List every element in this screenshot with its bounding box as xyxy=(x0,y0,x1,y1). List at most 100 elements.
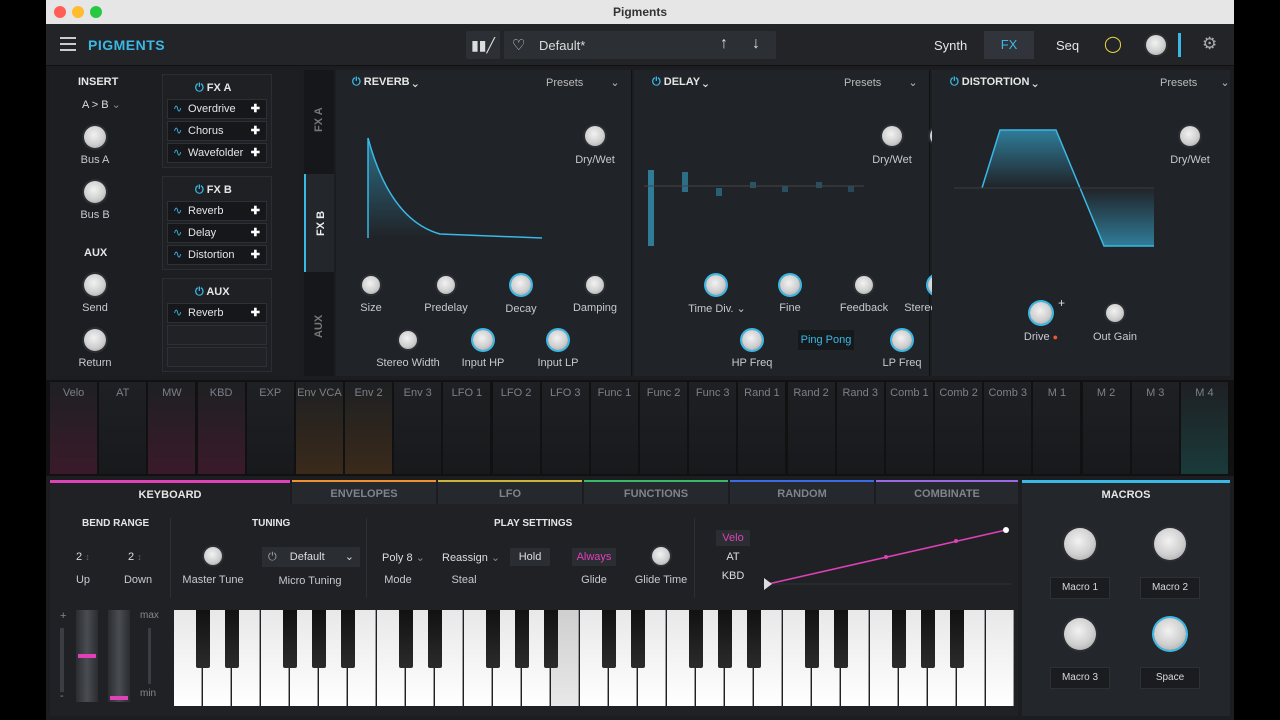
master-tune-knob[interactable] xyxy=(204,547,222,565)
black-key[interactable] xyxy=(283,610,297,668)
pitch-wheel[interactable] xyxy=(76,610,98,702)
black-key[interactable] xyxy=(718,610,732,668)
time-div-label[interactable]: Time Div. ⌄ xyxy=(682,302,752,315)
black-key[interactable] xyxy=(196,610,210,668)
bend-up-stepper[interactable]: 2 ↕ xyxy=(76,551,90,563)
mod-source-17[interactable]: Comb 1 xyxy=(885,382,934,474)
black-key[interactable] xyxy=(631,610,645,668)
fxb-slot-3[interactable]: ∿ Distortion ✚ xyxy=(167,245,267,265)
mod-source-23[interactable]: M 4 xyxy=(1180,382,1229,474)
hp-freq-knob[interactable] xyxy=(742,330,762,350)
space-macro-knob[interactable] xyxy=(1154,618,1186,650)
distortion-title[interactable]: ⏻ DISTORTION ⌄ xyxy=(950,76,1038,89)
mod-source-19[interactable]: Comb 3 xyxy=(984,382,1033,474)
black-key[interactable] xyxy=(399,610,413,668)
black-key[interactable] xyxy=(834,610,848,668)
hold-button[interactable]: Hold xyxy=(510,548,550,566)
macro-3-label[interactable]: Macro 3 xyxy=(1050,667,1110,689)
next-preset-icon[interactable]: ↓ xyxy=(752,35,760,53)
decay-knob[interactable] xyxy=(511,275,531,295)
add-icon[interactable]: ✚ xyxy=(251,122,260,140)
black-key[interactable] xyxy=(689,610,703,668)
tab-envelopes[interactable]: ENVELOPES xyxy=(292,480,436,504)
lightbulb-icon[interactable]: ◯ xyxy=(1104,34,1122,54)
tab-combinate[interactable]: COMBINATE xyxy=(876,480,1018,504)
mod-source-13[interactable]: Func 3 xyxy=(689,382,738,474)
bus-b-knob[interactable] xyxy=(84,181,106,203)
tab-lfo[interactable]: LFO xyxy=(438,480,582,504)
black-key[interactable] xyxy=(602,610,616,668)
mod-source-0[interactable]: Velo xyxy=(50,382,99,474)
aux-slot-1[interactable]: ∿ Reverb ✚ xyxy=(167,303,267,323)
mod-source-10[interactable]: LFO 3 xyxy=(541,382,590,474)
curve-source-kbd[interactable]: KBD xyxy=(716,568,750,584)
fxa-slot-2[interactable]: ∿ Chorus ✚ xyxy=(167,121,267,141)
black-key[interactable] xyxy=(921,610,935,668)
black-key[interactable] xyxy=(892,610,906,668)
delay-title[interactable]: ⏻ DELAY ⌄ xyxy=(652,76,708,89)
master-volume-knob[interactable] xyxy=(1146,35,1166,55)
routing-select[interactable]: A > B ⌄ xyxy=(82,98,121,111)
library-icon[interactable]: ▮▮╱ xyxy=(466,31,500,59)
damping-knob[interactable] xyxy=(586,276,604,294)
add-modulation-icon[interactable]: + xyxy=(1058,296,1065,310)
black-key[interactable] xyxy=(805,610,819,668)
zoom-window-icon[interactable] xyxy=(90,6,102,18)
reverb-presets[interactable]: Presets ⌄ xyxy=(546,76,620,89)
nav-seq[interactable]: Seq xyxy=(1056,38,1079,53)
mod-source-12[interactable]: Func 2 xyxy=(640,382,689,474)
reverb-drywet-knob[interactable] xyxy=(585,126,605,146)
drive-knob[interactable] xyxy=(1030,302,1052,324)
aux-slot-empty-2[interactable] xyxy=(167,347,267,367)
out-gain-knob[interactable] xyxy=(1106,304,1124,322)
black-key[interactable] xyxy=(515,610,529,668)
reverb-stereo-width-knob[interactable] xyxy=(399,331,417,349)
reassign-select[interactable]: Reassign ⌄ xyxy=(442,551,500,564)
time-div-knob[interactable] xyxy=(706,275,726,295)
mod-source-8[interactable]: LFO 1 xyxy=(443,382,492,474)
mod-source-18[interactable]: Comb 2 xyxy=(935,382,984,474)
macro-2-label[interactable]: Macro 2 xyxy=(1140,577,1200,599)
black-key[interactable] xyxy=(341,610,355,668)
predelay-knob[interactable] xyxy=(437,276,455,294)
tab-keyboard[interactable]: KEYBOARD xyxy=(50,480,290,504)
feedback-knob[interactable] xyxy=(855,276,873,294)
tuning-preset-select[interactable]: ⏻ Default ⌄ xyxy=(262,547,360,567)
size-knob[interactable] xyxy=(362,276,380,294)
tab-functions[interactable]: FUNCTIONS xyxy=(584,480,728,504)
delay-presets[interactable]: Presets ⌄ xyxy=(844,76,918,89)
add-icon[interactable]: ✚ xyxy=(251,246,260,264)
lp-freq-knob[interactable] xyxy=(892,330,912,350)
fxa-slot-1[interactable]: ∿ Overdrive ✚ xyxy=(167,99,267,119)
fxa-slot-3[interactable]: ∿ Wavefolder ✚ xyxy=(167,143,267,163)
mod-source-3[interactable]: KBD xyxy=(197,382,246,474)
input-lp-knob[interactable] xyxy=(548,330,568,350)
hamburger-menu-icon[interactable] xyxy=(60,37,76,51)
glide-mode-button[interactable]: Always xyxy=(572,548,616,566)
distortion-presets[interactable]: Presets ⌄ xyxy=(1160,76,1230,89)
add-icon[interactable]: ✚ xyxy=(251,144,260,162)
add-icon[interactable]: ✚ xyxy=(251,224,260,242)
vtab-fxa[interactable]: FX A xyxy=(304,70,334,170)
mod-source-15[interactable]: Rand 2 xyxy=(787,382,836,474)
aux-slot-empty-1[interactable] xyxy=(167,325,267,345)
black-key[interactable] xyxy=(747,610,761,668)
space-macro-label[interactable]: Space xyxy=(1140,667,1200,689)
mod-wheel[interactable] xyxy=(108,610,130,702)
bus-a-knob[interactable] xyxy=(84,126,106,148)
black-key[interactable] xyxy=(312,610,326,668)
poly-select[interactable]: Poly 8 ⌄ xyxy=(382,551,425,564)
white-key[interactable] xyxy=(986,610,1014,706)
close-window-icon[interactable] xyxy=(54,6,66,18)
macro-1-knob[interactable] xyxy=(1064,528,1096,560)
add-icon[interactable]: ✚ xyxy=(251,202,260,220)
aux-box-title[interactable]: ⏻ AUX xyxy=(195,286,230,299)
curve-source-velo[interactable]: Velo xyxy=(716,530,750,546)
preset-name[interactable]: Default* xyxy=(539,38,585,53)
fxb-box-title[interactable]: ⏻ FX B xyxy=(195,184,232,197)
mod-source-22[interactable]: M 3 xyxy=(1131,382,1180,474)
fxb-slot-1[interactable]: ∿ Reverb ✚ xyxy=(167,201,267,221)
glide-time-knob[interactable] xyxy=(652,547,670,565)
heart-icon[interactable]: ♡ xyxy=(512,36,525,54)
black-key[interactable] xyxy=(428,610,442,668)
